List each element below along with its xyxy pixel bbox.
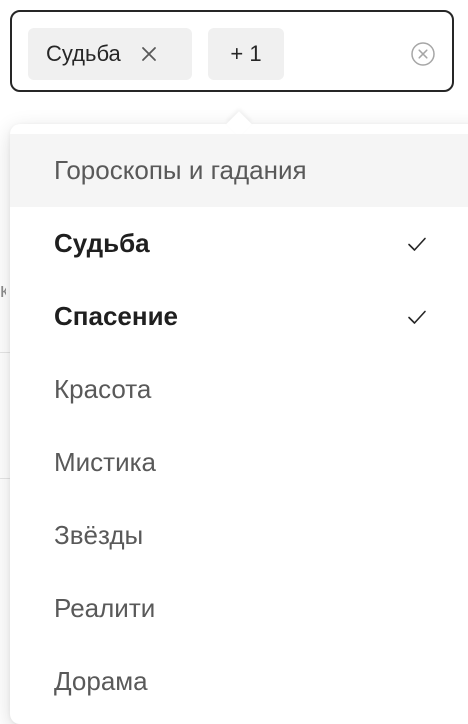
- option-stars[interactable]: Звёзды: [10, 499, 468, 572]
- option-fate[interactable]: Судьба: [10, 207, 468, 280]
- genre-multiselect[interactable]: Судьба + 1: [10, 10, 454, 92]
- option-label: Реалити: [54, 593, 156, 623]
- option-horoscopes[interactable]: Гороскопы и гадания: [10, 134, 468, 207]
- option-list: Гороскопы и гадания Судьба Спасение Крас…: [10, 134, 468, 718]
- option-label: Судьба: [54, 228, 150, 258]
- dropdown-arrow: [226, 111, 252, 137]
- option-label: Спасение: [54, 301, 179, 331]
- more-tags-counter[interactable]: + 1: [208, 28, 284, 80]
- tag-label: Судьба: [46, 41, 121, 66]
- option-dorama[interactable]: Дорама: [10, 645, 468, 718]
- option-reality[interactable]: Реалити: [10, 572, 468, 645]
- check-icon: [408, 310, 426, 324]
- options-dropdown: Гороскопы и гадания Судьба Спасение Крас…: [10, 111, 468, 724]
- more-tags-label: + 1: [230, 41, 262, 66]
- option-mystic[interactable]: Мистика: [10, 426, 468, 499]
- close-circle-icon[interactable]: [410, 41, 436, 67]
- option-label: Гороскопы и гадания: [54, 155, 307, 185]
- close-icon[interactable]: [139, 44, 159, 64]
- option-label: Звёзды: [54, 520, 144, 550]
- option-rescue[interactable]: Спасение: [10, 280, 468, 353]
- check-icon: [408, 237, 426, 251]
- option-label: Дорама: [54, 666, 148, 696]
- background-text-fragment: к: [0, 280, 6, 302]
- option-label: Красота: [54, 374, 152, 404]
- selected-tag-fate: Судьба: [28, 28, 192, 80]
- option-beauty[interactable]: Красота: [10, 353, 468, 426]
- option-label: Мистика: [54, 447, 157, 477]
